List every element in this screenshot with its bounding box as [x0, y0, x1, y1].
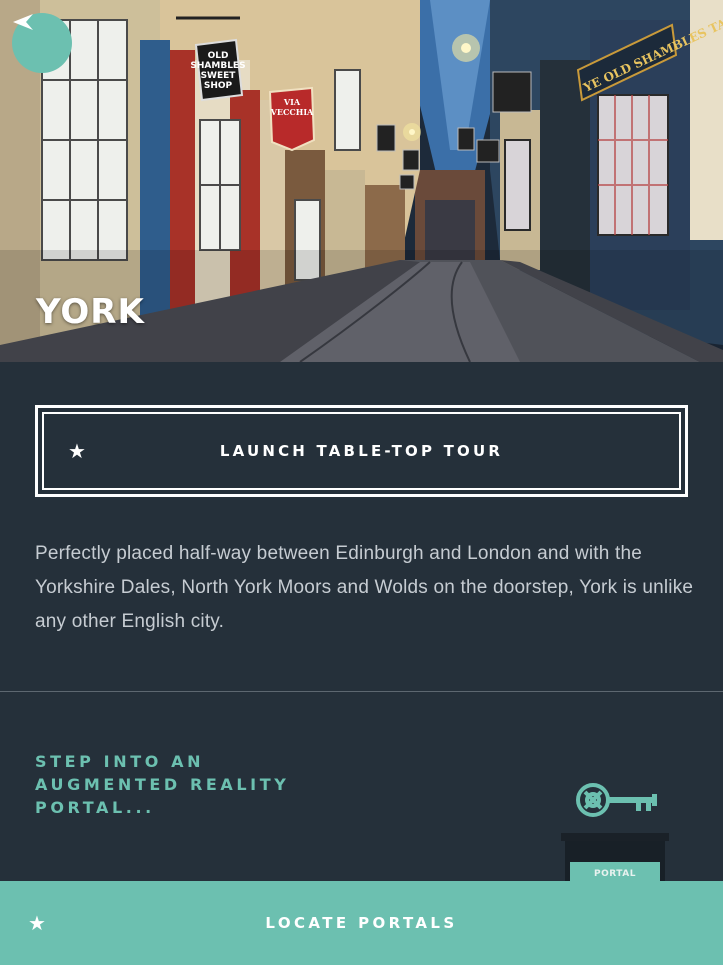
back-button[interactable]: [12, 13, 72, 73]
star-icon: ★: [68, 439, 86, 463]
launch-button-label: LAUNCH TABLE-TOP TOUR: [219, 442, 504, 460]
city-title: YORK: [36, 292, 145, 332]
svg-text:SWEET: SWEET: [201, 71, 237, 81]
locate-portals-label: LOCATE PORTALS: [265, 914, 458, 932]
launch-table-top-tour-button[interactable]: ★ LAUNCH TABLE-TOP TOUR: [35, 405, 688, 497]
svg-text:OLD: OLD: [208, 51, 229, 61]
portal-label: PORTAL: [594, 869, 636, 879]
hero-image: YE OLD SHAMBLES TAV OLD SHAMBLES SWEET S…: [0, 0, 723, 362]
city-description: Perfectly placed half-way between Edinbu…: [35, 543, 694, 632]
portal-promo-heading: STEP INTO AN AUGMENTED REALITY PORTAL...: [35, 752, 290, 817]
star-icon: ★: [28, 911, 46, 935]
svg-text:VECCHIA: VECCHIA: [270, 107, 314, 117]
svg-text:SHOP: SHOP: [204, 81, 233, 91]
svg-text:SHAMBLES: SHAMBLES: [190, 61, 245, 71]
locate-portals-button[interactable]: ★ LOCATE PORTALS: [0, 881, 723, 965]
launch-button-inner-frame: ★ LAUNCH TABLE-TOP TOUR: [42, 412, 681, 490]
back-arrow-icon: [13, 14, 33, 30]
key-icon: [576, 783, 657, 817]
city-detail-screen: YE OLD SHAMBLES TAV OLD SHAMBLES SWEET S…: [0, 0, 723, 965]
svg-text:VIA: VIA: [283, 97, 301, 107]
via-vecchia-sign: VIA VECCHIA: [268, 86, 316, 152]
section-divider: [0, 691, 723, 692]
